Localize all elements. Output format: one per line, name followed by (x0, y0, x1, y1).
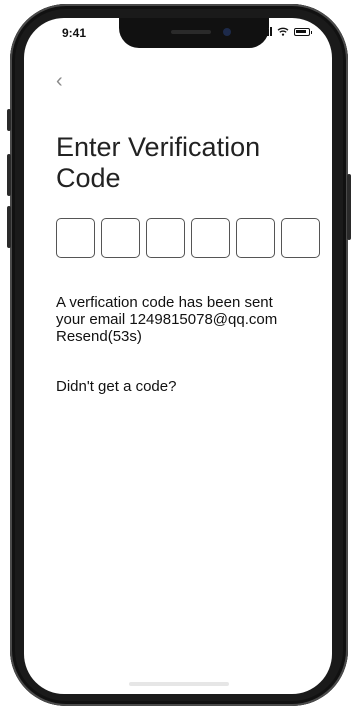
home-indicator (129, 682, 229, 686)
battery-icon (294, 27, 312, 36)
resend-link[interactable]: Resend(53s) (56, 328, 332, 345)
code-digit-input[interactable] (146, 218, 185, 258)
message-line: A verfication code has been sent (56, 294, 273, 311)
code-digit-input[interactable] (101, 218, 140, 258)
verification-code-input (56, 218, 320, 258)
no-code-link[interactable]: Didn't get a code? (56, 378, 176, 395)
code-digit-input[interactable] (236, 218, 275, 258)
verification-message: A verfication code has been sent your em… (56, 294, 332, 345)
volume-down-button (7, 206, 11, 248)
message-line: your email 1249815078@qq.com (56, 311, 278, 328)
status-time: 9:41 (62, 26, 87, 40)
notch (119, 18, 269, 48)
device-mockup: 9:41 ‹ Enter Verification Code A verfica… (0, 0, 357, 711)
speaker-grille (171, 30, 211, 34)
back-button[interactable]: ‹ (56, 70, 76, 92)
wifi-icon (277, 27, 289, 36)
chevron-left-icon: ‹ (56, 70, 63, 92)
code-digit-input[interactable] (56, 218, 95, 258)
status-icons (261, 27, 312, 36)
code-digit-input[interactable] (191, 218, 230, 258)
camera-icon (223, 28, 231, 36)
volume-up-button (7, 154, 11, 196)
signal-icon (261, 27, 272, 36)
phone-screen: 9:41 ‹ Enter Verification Code A verfica… (24, 18, 332, 694)
power-button (347, 174, 351, 240)
mute-switch (7, 109, 11, 131)
page-title: Enter Verification Code (56, 132, 261, 193)
code-digit-input[interactable] (281, 218, 320, 258)
